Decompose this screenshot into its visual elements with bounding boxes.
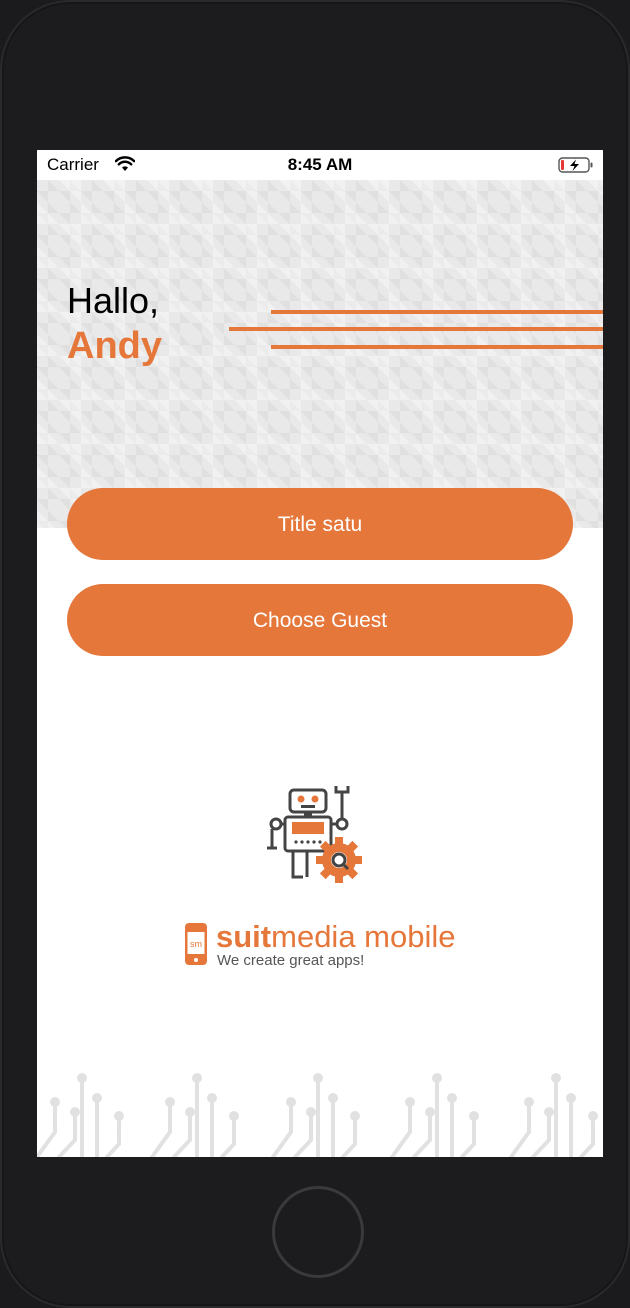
header-banner: Hallo, Andy <box>37 180 603 528</box>
phone-icon: sm <box>185 923 207 965</box>
status-bar: Carrier 8:45 AM <box>37 150 603 180</box>
greeting-text: Hallo, <box>67 280 160 321</box>
brand-tagline: We create great apps! <box>217 952 365 969</box>
battery-charging-icon <box>558 157 593 173</box>
robot-gear-icon <box>267 786 362 883</box>
brand-name: suitmedia mobile <box>216 920 456 954</box>
brand-logo: sm suitmedia mobile We create great apps… <box>184 920 474 976</box>
circuit-pattern <box>37 1072 600 1157</box>
clock: 8:45 AM <box>287 155 353 174</box>
title-satu-button[interactable]: Title satu <box>67 488 573 560</box>
choose-guest-button[interactable]: Choose Guest <box>67 584 573 656</box>
user-name: Andy <box>67 325 162 367</box>
brand-name-bold: suit <box>216 919 272 954</box>
decorative-lines <box>229 310 603 349</box>
app-screen: Carrier 8:45 AM Hallo, Andy Title satu C… <box>37 150 603 1157</box>
device-frame: Carrier 8:45 AM Hallo, Andy Title satu C… <box>0 0 630 1308</box>
brand-name-rest: media mobile <box>271 919 456 954</box>
svg-text:sm: sm <box>190 939 202 949</box>
home-button[interactable] <box>272 1186 364 1278</box>
